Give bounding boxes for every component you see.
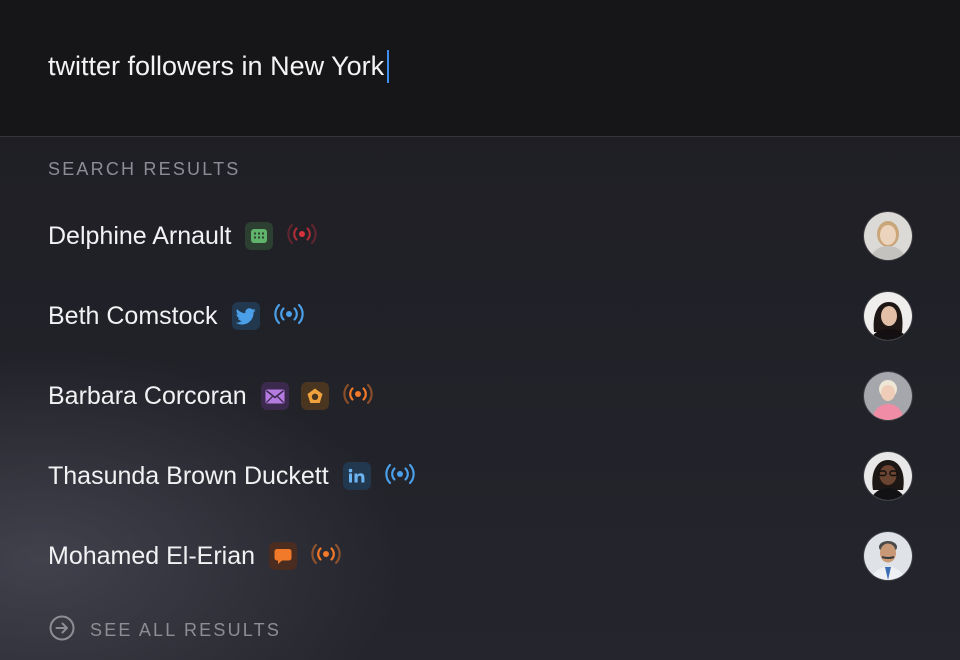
avatar [864, 532, 912, 580]
twitter-bird-icon [231, 302, 260, 330]
text-caret [387, 50, 390, 83]
avatar [864, 372, 912, 420]
result-row[interactable]: Barbara Corcoran [0, 356, 960, 436]
result-row[interactable]: Thasunda Brown Duckett [0, 436, 960, 516]
chat-bubble-icon [269, 542, 298, 570]
search-query[interactable]: twitter followers in New York [48, 51, 384, 82]
pentagon-icon [300, 382, 329, 410]
search-bar[interactable]: twitter followers in New York [0, 0, 960, 137]
search-input[interactable]: twitter followers in New York [48, 50, 390, 83]
section-heading: SEARCH RESULTS [48, 159, 241, 179]
calendar-icon [245, 222, 274, 250]
result-name: Barbara Corcoran [48, 381, 247, 410]
result-name: Beth Comstock [48, 301, 218, 330]
result-row[interactable]: Mohamed El-Erian [0, 516, 960, 596]
avatar [864, 212, 912, 260]
broadcast-signal-icon [273, 303, 304, 330]
broadcast-signal-icon [385, 463, 415, 490]
envelope-icon [260, 382, 289, 410]
see-all-label: SEE ALL RESULTS [90, 620, 282, 640]
broadcast-signal-icon [343, 383, 373, 410]
avatar [864, 292, 912, 340]
result-row[interactable]: Delphine Arnault [0, 196, 960, 276]
result-row[interactable]: Beth Comstock [0, 276, 960, 356]
result-name: Thasunda Brown Duckett [48, 461, 329, 490]
see-all-results-button[interactable]: SEE ALL RESULTS [48, 614, 281, 647]
arrow-circle-right-icon [48, 614, 76, 647]
linkedin-icon [342, 462, 371, 490]
spotlight-window: twitter followers in New York SEARCH RES… [0, 0, 960, 660]
result-name: Delphine Arnault [48, 221, 232, 250]
broadcast-signal-icon [287, 223, 318, 250]
result-name: Mohamed El-Erian [48, 541, 256, 570]
broadcast-signal-icon [311, 543, 341, 570]
avatar [864, 452, 912, 500]
